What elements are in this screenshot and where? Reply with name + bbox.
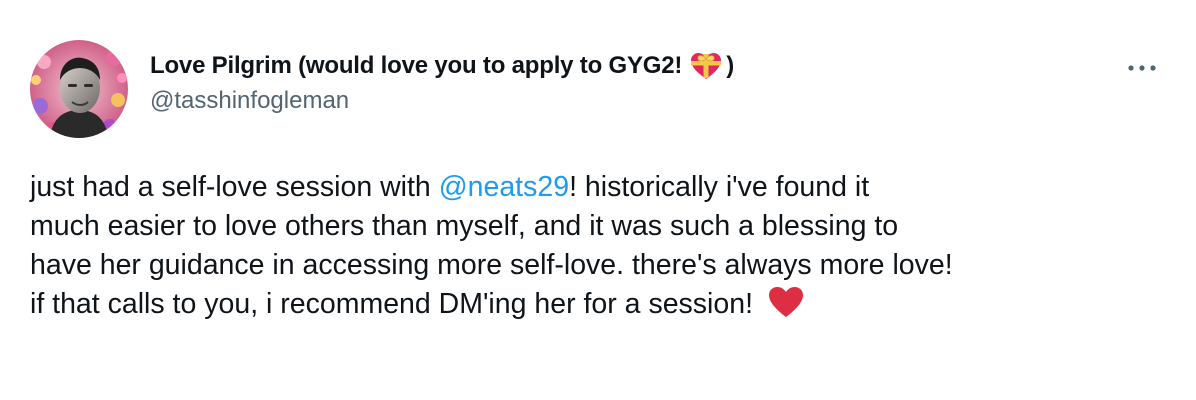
avatar-image xyxy=(30,40,128,138)
author-name-text: Love Pilgrim (would love you to apply to… xyxy=(150,52,683,79)
author-display-name[interactable]: Love Pilgrim (would love you to apply to… xyxy=(150,51,734,81)
heart-with-ribbon-icon xyxy=(691,53,722,79)
tweet-text-start: just had a self-love session with xyxy=(30,171,439,203)
mention-link[interactable]: @neats29 xyxy=(439,171,569,203)
author-handle[interactable]: @tasshinfogleman xyxy=(150,89,734,113)
author-name-suffix: ) xyxy=(726,52,735,79)
avatar[interactable] xyxy=(30,40,128,138)
tweet-text: just had a self-love session with @neats… xyxy=(30,168,1170,324)
more-horizontal-icon xyxy=(1128,65,1156,71)
red-heart-icon xyxy=(768,287,803,317)
author-block: Love Pilgrim (would love you to apply to… xyxy=(150,51,734,113)
tweet-card[interactable]: Love Pilgrim (would love you to apply to… xyxy=(0,0,1196,400)
more-options-button[interactable] xyxy=(1122,54,1162,82)
